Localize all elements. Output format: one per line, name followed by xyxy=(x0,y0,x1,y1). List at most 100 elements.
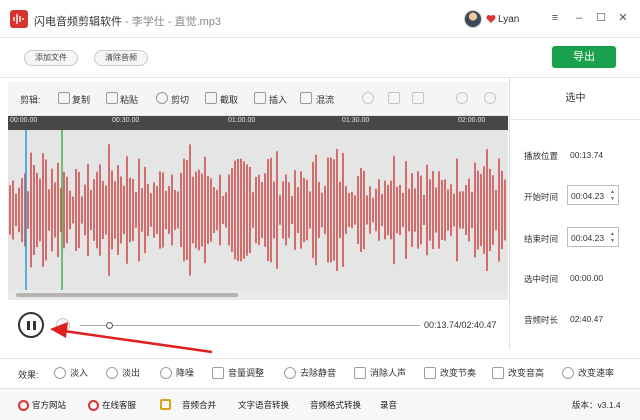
minimize-icon[interactable]: – xyxy=(572,11,586,25)
support-icon xyxy=(88,400,99,412)
window-title: 闪电音频剪辑软件 - 李学仕 - 直觉.mp3 xyxy=(34,13,221,29)
tick-label: 01:30.00 xyxy=(342,117,370,124)
crop-button[interactable]: 截取 xyxy=(220,93,238,106)
end-time-value[interactable]: 00:04.23 xyxy=(571,233,604,243)
user-name[interactable]: Lyan xyxy=(498,14,519,25)
waveform-canvas[interactable] xyxy=(8,130,508,290)
volume-icon[interactable] xyxy=(56,318,70,332)
home-icon xyxy=(18,400,29,412)
maximize-icon[interactable]: ☐ xyxy=(594,11,608,25)
audio-merge-label[interactable]: 音频合并 xyxy=(182,399,216,411)
cut-icon[interactable] xyxy=(156,92,168,104)
selected-time-value: 00:00.00 xyxy=(570,273,604,283)
mix-icon[interactable] xyxy=(300,92,312,104)
duration-label: 音频时长 xyxy=(524,315,559,325)
spin-down-icon[interactable]: ▼ xyxy=(610,239,616,244)
app-logo-icon xyxy=(10,10,28,28)
title-bar: 闪电音频剪辑软件 - 李学仕 - 直觉.mp3 Lyan ≡ – ☐ ✕ xyxy=(0,0,640,38)
start-time-input[interactable]: 00:04.23 ▲ ▼ xyxy=(567,185,619,205)
timeline-ruler[interactable]: 00:00.00 00:30.00 01:00.00 01:30.00 02:0… xyxy=(8,116,508,130)
edit-toolbar: 剪辑: 复制 粘贴 剪切 截取 插入 混流 xyxy=(8,82,508,116)
spin-up-icon[interactable]: ▲ xyxy=(610,232,616,237)
zoom-out-icon[interactable] xyxy=(484,92,496,104)
loop-icon[interactable] xyxy=(362,92,374,104)
undo-icon[interactable] xyxy=(388,92,400,104)
spin-up-icon[interactable]: ▲ xyxy=(610,190,616,195)
waveform[interactable] xyxy=(8,130,508,290)
spin-down-icon[interactable]: ▼ xyxy=(610,197,616,202)
remove-vocals-label: 消除人声 xyxy=(370,368,407,378)
volume-adjust-label: 音量调整 xyxy=(228,368,265,378)
fade-in-button[interactable]: 淡入 xyxy=(54,366,88,380)
change-tempo-icon xyxy=(424,366,436,379)
text-to-speech-link[interactable]: 文字语音转换 xyxy=(238,399,289,411)
add-file-button[interactable]: 添加文件 xyxy=(24,50,78,66)
end-time-input[interactable]: 00:04.23 ▲ ▼ xyxy=(567,227,619,247)
cut-button[interactable]: 剪切 xyxy=(171,93,189,106)
vip-heart-icon xyxy=(486,15,496,23)
official-site-link[interactable]: 官方网站 xyxy=(18,399,67,412)
change-tempo-label: 改变节奏 xyxy=(440,368,477,378)
format-convert-link[interactable]: 音频格式转换 xyxy=(310,399,361,411)
tick-label: 00:30.00 xyxy=(112,117,140,124)
online-support-link[interactable]: 在线客服 xyxy=(88,399,137,412)
start-time-label: 开始时间 xyxy=(524,192,559,202)
redo-icon[interactable] xyxy=(412,92,424,104)
online-support-label: 在线客服 xyxy=(102,400,137,410)
fade-out-icon xyxy=(106,366,118,379)
effects-label: 效果: xyxy=(18,370,39,380)
mix-button[interactable]: 混流 xyxy=(316,93,334,106)
volume-adjust-button[interactable]: 音量调整 xyxy=(212,366,264,380)
remove-silence-icon xyxy=(284,366,296,379)
audio-merge-link[interactable] xyxy=(160,399,174,411)
change-pitch-button[interactable]: 改变音高 xyxy=(492,366,544,380)
remove-vocals-icon xyxy=(354,366,366,379)
zoom-in-icon[interactable] xyxy=(456,92,468,104)
paste-button[interactable]: 粘贴 xyxy=(120,93,138,106)
edit-label: 剪辑: xyxy=(20,95,41,105)
copy-icon[interactable] xyxy=(58,92,70,104)
clear-audio-button[interactable]: 清除音频 xyxy=(94,50,148,66)
settings-icon[interactable]: ≡ xyxy=(548,11,562,25)
remove-vocals-button[interactable]: 消除人声 xyxy=(354,366,406,380)
export-button[interactable]: 导出 xyxy=(552,46,616,68)
app-name: 闪电音频剪辑软件 xyxy=(34,16,122,28)
panel-title: 选中 xyxy=(510,78,640,120)
change-pitch-label: 改变音高 xyxy=(508,368,545,378)
official-site-label: 官方网站 xyxy=(32,400,67,410)
remove-silence-button[interactable]: 去除静音 xyxy=(284,366,336,380)
noise-reduction-label: 降噪 xyxy=(176,368,195,378)
time-readout: 00:13.74/02:40.47 xyxy=(424,320,497,330)
fade-out-button[interactable]: 淡出 xyxy=(106,366,140,380)
fade-out-label: 淡出 xyxy=(122,368,141,378)
start-time-value[interactable]: 00:04.23 xyxy=(571,191,604,201)
tick-label: 00:00.00 xyxy=(10,117,38,124)
copy-button[interactable]: 复制 xyxy=(72,93,90,106)
insert-button[interactable]: 插入 xyxy=(269,93,287,106)
insert-icon[interactable] xyxy=(254,92,266,104)
title-separator: - xyxy=(122,16,132,28)
action-bar: 添加文件 清除音频 导出 xyxy=(0,38,640,78)
playback-progress[interactable] xyxy=(80,325,420,326)
effects-bar: 效果: 淡入 淡出 降噪 音量调整 去除静音 消除人声 改变节奏 改变音高 改变… xyxy=(0,358,640,386)
footer-bar: 官方网站 在线客服 音频合并 文字语音转换 音频格式转换 录音 版本：v3.1.… xyxy=(0,388,640,420)
paste-icon[interactable] xyxy=(106,92,118,104)
change-tempo-button[interactable]: 改变节奏 xyxy=(424,366,476,380)
crown-icon xyxy=(160,399,171,411)
end-time-label: 结束时间 xyxy=(524,234,559,244)
avatar[interactable] xyxy=(464,10,482,28)
waveform-bars xyxy=(9,144,506,276)
progress-handle[interactable] xyxy=(106,322,114,329)
noise-reduction-button[interactable]: 降噪 xyxy=(160,366,194,380)
pause-button[interactable] xyxy=(18,312,44,338)
record-link[interactable]: 录音 xyxy=(380,399,397,411)
volume-adjust-icon xyxy=(212,366,224,379)
crop-icon[interactable] xyxy=(205,92,217,104)
change-speed-button[interactable]: 改变速率 xyxy=(562,366,614,380)
pause-icon xyxy=(27,321,30,330)
scrollbar-thumb[interactable] xyxy=(16,293,238,297)
close-icon[interactable]: ✕ xyxy=(616,11,630,25)
duration-value: 02:40.47 xyxy=(570,314,604,324)
horizontal-scrollbar[interactable] xyxy=(8,290,508,300)
file-name: 李学仕 - 直觉.mp3 xyxy=(131,16,222,28)
